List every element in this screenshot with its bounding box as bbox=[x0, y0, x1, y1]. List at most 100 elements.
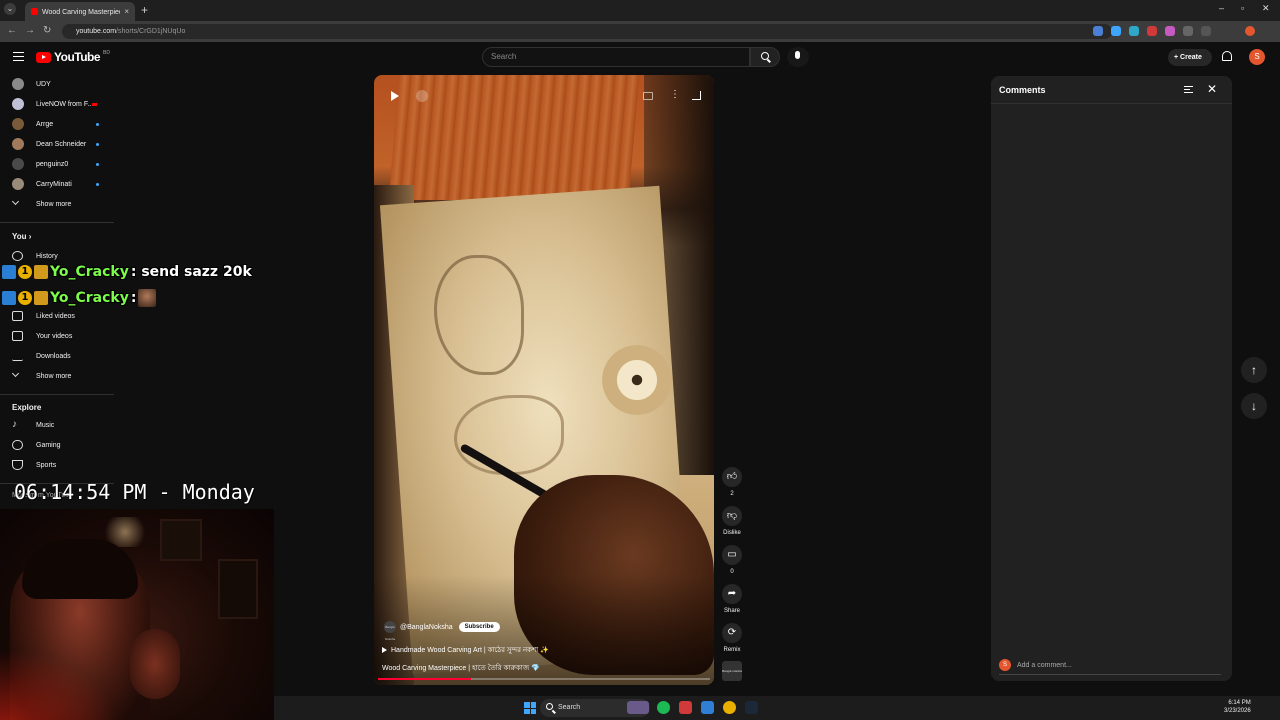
chrome-icon[interactable] bbox=[723, 701, 736, 714]
new-content-dot-icon bbox=[96, 162, 99, 166]
sidebar-item-label: Sports bbox=[36, 461, 57, 469]
spotify-icon[interactable] bbox=[657, 701, 670, 714]
forward-icon[interactable]: → bbox=[25, 25, 35, 36]
notifications-bell-icon[interactable] bbox=[1222, 51, 1232, 61]
search-button[interactable] bbox=[750, 47, 780, 67]
sidebar-item-subscription[interactable]: LiveNOW from F... bbox=[0, 94, 118, 114]
video-progress-bar[interactable] bbox=[378, 678, 710, 680]
sidebar-item-subscription[interactable]: UDY bbox=[0, 74, 118, 94]
sidebar-item-your-videos[interactable]: Your videos bbox=[0, 326, 118, 346]
youtube-header: YouTube BD Search + Create S bbox=[0, 42, 1280, 74]
channel-avatar bbox=[12, 98, 24, 110]
show-more-button[interactable]: Show more bbox=[0, 194, 118, 214]
windows-start-icon[interactable] bbox=[524, 702, 536, 714]
show-more-label: Show more bbox=[36, 372, 72, 380]
create-button[interactable]: + Create bbox=[1168, 49, 1212, 66]
sidebar-item-label: Gaming bbox=[36, 441, 61, 449]
browser-tab[interactable]: Wood Carving Masterpiece | 'শ' × bbox=[25, 2, 135, 21]
video-title-row[interactable]: Handmade Wood Carving Art | কাঠের সুন্দর… bbox=[382, 644, 549, 656]
sidebar-item-subscription[interactable]: Dean Schneider bbox=[0, 134, 118, 154]
search-input[interactable]: Search bbox=[482, 47, 750, 67]
like-button[interactable]: 👍︎ 2 bbox=[722, 467, 742, 497]
logo-text: YouTube bbox=[54, 50, 101, 64]
youtube-logo[interactable]: YouTube BD bbox=[36, 50, 110, 64]
minimize-icon[interactable]: – bbox=[1219, 3, 1224, 13]
tab-close-icon[interactable]: × bbox=[124, 7, 129, 16]
sidebar-item-gaming[interactable]: Gaming bbox=[0, 435, 118, 455]
browser-toolbar: ← → ↻ youtube.com/shorts/CrGD1jNUqUo bbox=[0, 21, 1280, 42]
steam-icon[interactable] bbox=[745, 701, 758, 714]
new-content-dot-icon bbox=[96, 182, 99, 186]
extension-icon[interactable] bbox=[1129, 26, 1139, 36]
channel-handle[interactable]: @BanglaNoksha bbox=[400, 624, 453, 631]
channel-row: Bangla Noksha @BanglaNoksha Subscribe bbox=[384, 621, 500, 641]
youtube-favicon-icon bbox=[31, 8, 38, 15]
comments-panel: Comments ✕ S Add a comment... bbox=[991, 76, 1232, 681]
widget-icon[interactable] bbox=[627, 701, 649, 714]
sidebar-item-sports[interactable]: Sports bbox=[0, 455, 118, 475]
show-more-button[interactable]: Show more bbox=[0, 366, 118, 386]
voice-search-button[interactable] bbox=[787, 47, 809, 67]
sidebar-item-subscription[interactable]: Arrge bbox=[0, 114, 118, 134]
sidebar-item-label: CarryMinati bbox=[36, 180, 72, 188]
extensions-puzzle-icon[interactable] bbox=[1201, 26, 1211, 36]
close-icon[interactable]: ✕ bbox=[1207, 82, 1217, 96]
url-path: /shorts/CrGD1jNUqUo bbox=[116, 28, 186, 35]
chat-text: : send sazz 20k bbox=[130, 264, 252, 280]
extension-icon[interactable] bbox=[1093, 26, 1103, 36]
captions-icon[interactable] bbox=[643, 92, 653, 100]
red-light bbox=[0, 649, 120, 720]
sidebar-item-downloads[interactable]: Downloads bbox=[0, 346, 118, 366]
tab-search-icon[interactable]: ⌄ bbox=[4, 3, 16, 15]
play-triangle-icon bbox=[382, 647, 387, 653]
account-avatar[interactable]: S bbox=[1249, 49, 1265, 65]
add-comment-placeholder: Add a comment... bbox=[1017, 661, 1072, 669]
sidebar-item-label: Liked videos bbox=[36, 312, 75, 320]
maximize-icon[interactable]: ▫ bbox=[1241, 3, 1244, 13]
shorts-video-player[interactable]: ⋮ Bangla Noksha @BanglaNoksha Subscribe … bbox=[374, 75, 714, 685]
extension-icon[interactable] bbox=[1111, 26, 1121, 36]
share-label: Share bbox=[723, 608, 740, 614]
taskbar-clock[interactable]: 6:14 PM 3/23/2026 bbox=[1224, 699, 1251, 715]
dislike-button[interactable]: 👎︎ Dislike bbox=[722, 506, 742, 536]
window-close-icon[interactable]: ✕ bbox=[1262, 3, 1270, 14]
previous-short-button[interactable]: ↑ bbox=[1241, 357, 1267, 383]
sidebar-item-label: History bbox=[36, 252, 58, 260]
fullscreen-icon[interactable] bbox=[692, 91, 701, 100]
sidebar-item-music[interactable]: ♪ Music bbox=[0, 415, 118, 435]
share-button[interactable]: ➦ Share bbox=[722, 584, 742, 614]
profile-icon[interactable] bbox=[1245, 26, 1255, 36]
extension-icon[interactable] bbox=[1183, 26, 1193, 36]
new-tab-icon[interactable]: + bbox=[141, 3, 148, 17]
next-short-button[interactable]: ↓ bbox=[1241, 393, 1267, 419]
sound-thumbnail[interactable]: Bangla noksha bbox=[722, 661, 742, 685]
comments-button[interactable]: ▭ 0 bbox=[722, 545, 742, 575]
sidebar-item-liked-videos[interactable]: Liked videos bbox=[0, 306, 118, 326]
history-icon bbox=[12, 251, 23, 261]
play-icon[interactable] bbox=[391, 91, 399, 101]
hamburger-menu-icon[interactable] bbox=[13, 52, 24, 61]
back-icon[interactable]: ← bbox=[7, 25, 17, 36]
remix-button[interactable]: ⟳ Remix bbox=[722, 623, 742, 653]
video-title-line1: Handmade Wood Carving Art | কাঠের সুন্দর… bbox=[391, 647, 549, 654]
file-explorer-icon[interactable] bbox=[701, 701, 714, 714]
video-title-line2[interactable]: Wood Carving Masterpiece | হাতে তৈরি কার… bbox=[382, 662, 540, 674]
sidebar-item-subscription[interactable]: penguinz0 bbox=[0, 154, 118, 174]
sort-icon[interactable] bbox=[1184, 86, 1193, 93]
you-heading[interactable]: You › bbox=[12, 232, 31, 241]
sidebar-item-subscription[interactable]: CarryMinati bbox=[0, 174, 118, 194]
channel-avatar bbox=[12, 118, 24, 130]
extension-icon[interactable] bbox=[1147, 26, 1157, 36]
reload-icon[interactable]: ↻ bbox=[43, 25, 51, 36]
app-icon[interactable] bbox=[679, 701, 692, 714]
more-options-icon[interactable]: ⋮ bbox=[670, 89, 680, 100]
address-bar[interactable]: youtube.com/shorts/CrGD1jNUqUo bbox=[62, 24, 1112, 39]
volume-icon[interactable] bbox=[416, 90, 428, 102]
extension-icon[interactable] bbox=[1165, 26, 1175, 36]
sidebar-item-label: Downloads bbox=[36, 352, 71, 360]
add-comment-field[interactable]: S Add a comment... bbox=[999, 659, 1221, 675]
channel-avatar[interactable]: Bangla Noksha bbox=[384, 621, 396, 641]
like-count: 2 bbox=[730, 491, 734, 497]
streamer-hair bbox=[22, 539, 138, 599]
subscribe-button[interactable]: Subscribe bbox=[458, 622, 500, 632]
